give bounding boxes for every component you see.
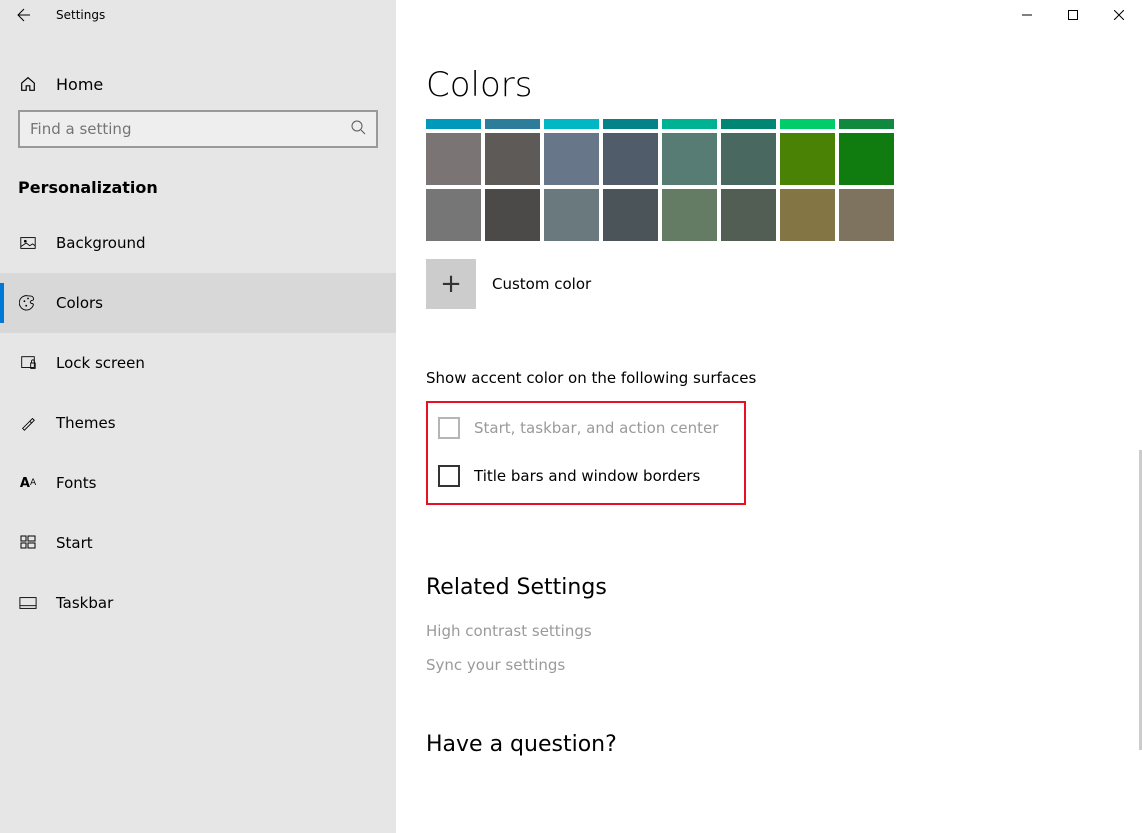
checkbox-start-taskbar[interactable]: Start, taskbar, and action center <box>438 417 734 439</box>
fonts-icon: AA <box>18 473 38 493</box>
color-swatch[interactable] <box>780 119 835 129</box>
color-swatch[interactable] <box>839 119 894 129</box>
color-swatch[interactable] <box>839 133 894 185</box>
checkbox-label: Title bars and window borders <box>474 467 700 485</box>
checkbox-title-bars[interactable]: Title bars and window borders <box>438 465 734 487</box>
color-swatch[interactable] <box>485 189 540 241</box>
picture-icon <box>18 233 38 253</box>
color-swatch[interactable] <box>603 133 658 185</box>
content-area: Colors + Custom color Show accent color … <box>396 30 1142 833</box>
color-swatch[interactable] <box>485 119 540 129</box>
color-swatch[interactable] <box>544 189 599 241</box>
checkbox-icon <box>438 465 460 487</box>
color-swatch[interactable] <box>662 119 717 129</box>
sidebar: Home Personalization Background Colors <box>0 30 396 833</box>
home-icon <box>18 74 38 94</box>
sidebar-item-background[interactable]: Background <box>0 213 396 273</box>
start-icon <box>18 533 38 553</box>
link-high-contrast[interactable]: High contrast settings <box>426 614 1142 648</box>
link-sync-settings[interactable]: Sync your settings <box>426 648 1142 682</box>
accent-surfaces-heading: Show accent color on the following surfa… <box>426 369 1142 387</box>
related-settings-heading: Related Settings <box>426 575 1142 600</box>
custom-color-button[interactable]: + <box>426 259 476 309</box>
color-swatch[interactable] <box>839 189 894 241</box>
checkbox-icon <box>438 417 460 439</box>
color-swatch[interactable] <box>780 189 835 241</box>
annotation-highlight: Start, taskbar, and action center Title … <box>426 401 746 505</box>
sidebar-item-label: Lock screen <box>56 354 145 372</box>
color-swatch[interactable] <box>544 133 599 185</box>
color-swatch[interactable] <box>426 119 481 129</box>
color-swatch-grid <box>426 119 1142 241</box>
color-swatch[interactable] <box>780 133 835 185</box>
back-button[interactable] <box>0 0 44 30</box>
color-swatch[interactable] <box>544 119 599 129</box>
sidebar-item-themes[interactable]: Themes <box>0 393 396 453</box>
sidebar-item-taskbar[interactable]: Taskbar <box>0 573 396 633</box>
color-swatch[interactable] <box>603 119 658 129</box>
color-swatch[interactable] <box>426 133 481 185</box>
sidebar-item-label: Background <box>56 234 146 252</box>
search-input[interactable] <box>30 120 350 138</box>
taskbar-icon <box>18 593 38 613</box>
custom-color-label: Custom color <box>492 275 591 293</box>
themes-icon <box>18 413 38 433</box>
sidebar-item-label: Fonts <box>56 474 96 492</box>
color-swatch[interactable] <box>426 189 481 241</box>
app-title: Settings <box>56 8 105 22</box>
color-swatch[interactable] <box>662 189 717 241</box>
color-swatch[interactable] <box>662 133 717 185</box>
plus-icon: + <box>440 269 462 299</box>
close-button[interactable] <box>1096 0 1142 30</box>
checkbox-label: Start, taskbar, and action center <box>474 419 718 437</box>
sidebar-item-lock-screen[interactable]: Lock screen <box>0 333 396 393</box>
color-swatch[interactable] <box>485 133 540 185</box>
sidebar-item-fonts[interactable]: AA Fonts <box>0 453 396 513</box>
sidebar-home-label: Home <box>56 75 103 94</box>
page-title: Colors <box>426 65 1142 105</box>
lock-screen-icon <box>18 353 38 373</box>
maximize-button[interactable] <box>1050 0 1096 30</box>
sidebar-item-label: Taskbar <box>56 594 113 612</box>
search-icon <box>350 119 366 139</box>
color-swatch[interactable] <box>603 189 658 241</box>
minimize-button[interactable] <box>1004 0 1050 30</box>
sidebar-section-header: Personalization <box>0 158 396 213</box>
color-swatch[interactable] <box>721 133 776 185</box>
sidebar-item-label: Colors <box>56 294 103 312</box>
have-a-question-heading: Have a question? <box>426 732 1142 757</box>
sidebar-item-colors[interactable]: Colors <box>0 273 396 333</box>
palette-icon <box>18 293 38 313</box>
color-swatch[interactable] <box>721 119 776 129</box>
sidebar-item-label: Start <box>56 534 93 552</box>
sidebar-home[interactable]: Home <box>0 58 396 110</box>
search-input-wrapper[interactable] <box>18 110 378 148</box>
sidebar-item-start[interactable]: Start <box>0 513 396 573</box>
sidebar-item-label: Themes <box>56 414 116 432</box>
titlebar-drag-area[interactable] <box>396 0 1004 30</box>
color-swatch[interactable] <box>721 189 776 241</box>
